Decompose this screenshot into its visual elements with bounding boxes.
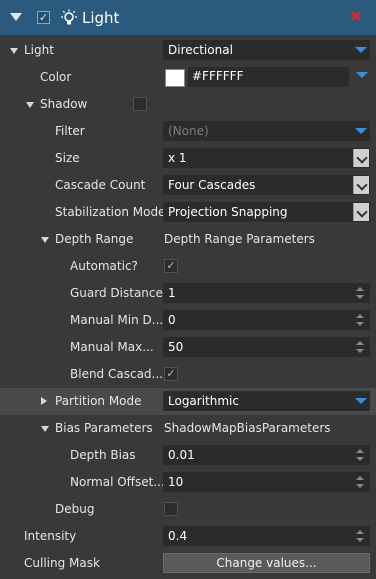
shadow-row: Shadow xyxy=(0,91,376,118)
manual-min-input[interactable]: 0 xyxy=(163,310,370,330)
cascade-count-label: Cascade Count xyxy=(55,178,146,192)
color-row: Color #FFFFFF xyxy=(0,64,376,91)
normal-offset-input[interactable]: 10 xyxy=(163,472,370,492)
depth-bias-input[interactable]: 0.01 xyxy=(163,445,370,465)
guard-distance-row: Guard Distance 1 xyxy=(0,280,376,307)
culling-mask-row: Culling Mask Change values... xyxy=(0,550,376,577)
guard-distance-label: Guard Distance xyxy=(70,286,163,300)
manual-max-label: Manual Max... xyxy=(70,340,154,354)
partition-mode-row[interactable]: Partition Mode Logarithmic xyxy=(0,388,376,415)
chevron-down-icon[interactable] xyxy=(353,149,369,167)
bias-parameters-row: Bias Parameters ShadowMapBiasParameters xyxy=(0,415,376,442)
spinner-arrows-icon[interactable] xyxy=(355,313,365,327)
color-swatch[interactable] xyxy=(165,69,185,87)
collapsed-triangle-icon[interactable] xyxy=(41,397,47,405)
debug-checkbox[interactable] xyxy=(164,502,178,516)
shadow-enabled-checkbox[interactable] xyxy=(133,97,147,111)
size-combobox[interactable]: x 1 xyxy=(163,148,370,168)
intensity-row: Intensity 0.4 xyxy=(0,523,376,550)
dropdown-arrow-icon[interactable] xyxy=(355,128,367,134)
expand-triangle-icon[interactable] xyxy=(26,102,34,108)
depth-bias-row: Depth Bias 0.01 xyxy=(0,442,376,469)
stabilization-mode-label: Stabilization Mode xyxy=(55,205,166,219)
spinner-arrows-icon[interactable] xyxy=(355,475,365,489)
blend-cascades-label: Blend Cascad... xyxy=(70,367,163,381)
intensity-input[interactable]: 0.4 xyxy=(163,526,370,546)
manual-min-row: Manual Min D... 0 xyxy=(0,307,376,334)
light-type-label: Light xyxy=(24,43,54,57)
component-title: Light xyxy=(82,9,120,27)
color-dropdown-arrow-icon[interactable] xyxy=(356,72,368,78)
depth-bias-value: 0.01 xyxy=(168,448,195,462)
component-enabled-checkbox[interactable]: ✓ xyxy=(37,11,50,24)
spinner-arrows-icon[interactable] xyxy=(355,340,365,354)
manual-min-value: 0 xyxy=(168,313,176,327)
blend-cascades-checkbox[interactable]: ✓ xyxy=(164,367,178,381)
spinner-arrows-icon[interactable] xyxy=(355,286,365,300)
size-row: Size x 1 xyxy=(0,145,376,172)
stabilization-mode-row: Stabilization Mode Projection Snapping xyxy=(0,199,376,226)
component-header: ✓ Light ✖ xyxy=(0,0,376,36)
guard-distance-input[interactable]: 1 xyxy=(163,283,370,303)
debug-label: Debug xyxy=(55,502,95,516)
light-type-row: Light Directional xyxy=(0,37,376,64)
manual-min-label: Manual Min D... xyxy=(70,313,164,327)
spinner-arrows-icon[interactable] xyxy=(355,529,365,543)
automatic-row: Automatic? ✓ xyxy=(0,253,376,280)
intensity-value: 0.4 xyxy=(168,529,188,543)
dropdown-arrow-icon[interactable] xyxy=(355,398,367,404)
normal-offset-label: Normal Offset... xyxy=(70,475,165,489)
size-label: Size xyxy=(55,151,80,165)
shadow-label: Shadow xyxy=(40,97,88,111)
stabilization-mode-combobox[interactable]: Projection Snapping xyxy=(163,202,370,222)
blend-cascades-row: Blend Cascad... ✓ xyxy=(0,361,376,388)
color-hex-field[interactable]: #FFFFFF xyxy=(188,67,349,87)
automatic-label: Automatic? xyxy=(70,259,138,273)
depth-range-row: Depth Range Depth Range Parameters xyxy=(0,226,376,253)
depth-range-type: Depth Range Parameters xyxy=(164,232,315,246)
size-value: x 1 xyxy=(168,151,187,165)
expand-triangle-icon[interactable] xyxy=(10,48,18,54)
intensity-label: Intensity xyxy=(24,529,77,543)
manual-max-value: 50 xyxy=(168,340,184,354)
light-type-dropdown[interactable]: Directional xyxy=(163,40,370,60)
cascade-count-combobox[interactable]: Four Cascades xyxy=(163,175,370,195)
filter-value: (None) xyxy=(168,124,209,138)
bias-parameters-label: Bias Parameters xyxy=(55,421,153,435)
partition-mode-value: Logarithmic xyxy=(168,394,239,408)
culling-mask-label: Culling Mask xyxy=(24,556,100,570)
normal-offset-value: 10 xyxy=(168,475,184,489)
normal-offset-row: Normal Offset... 10 xyxy=(0,469,376,496)
guard-distance-value: 1 xyxy=(168,286,176,300)
manual-max-input[interactable]: 50 xyxy=(163,337,370,357)
collapse-triangle-icon[interactable] xyxy=(10,13,22,21)
expand-triangle-icon[interactable] xyxy=(41,237,49,243)
color-hex-value: #FFFFFF xyxy=(192,69,244,83)
cascade-count-value: Four Cascades xyxy=(168,178,256,192)
spinner-arrows-icon[interactable] xyxy=(355,448,365,462)
change-values-button[interactable]: Change values... xyxy=(163,553,370,573)
light-bulb-icon xyxy=(61,9,77,25)
chevron-down-icon[interactable] xyxy=(353,176,369,194)
bias-parameters-type: ShadowMapBiasParameters xyxy=(164,421,331,435)
filter-dropdown[interactable]: (None) xyxy=(163,121,370,141)
debug-row: Debug xyxy=(0,496,376,523)
color-label: Color xyxy=(40,70,72,84)
stabilization-mode-value: Projection Snapping xyxy=(168,205,288,219)
light-type-value: Directional xyxy=(168,43,233,57)
expand-triangle-icon[interactable] xyxy=(41,426,49,432)
depth-range-label: Depth Range xyxy=(55,232,134,246)
partition-mode-label: Partition Mode xyxy=(55,394,142,408)
chevron-down-icon[interactable] xyxy=(353,203,369,221)
dropdown-arrow-icon[interactable] xyxy=(355,47,367,53)
cascade-count-row: Cascade Count Four Cascades xyxy=(0,172,376,199)
remove-component-close-icon[interactable]: ✖ xyxy=(349,9,363,25)
depth-bias-label: Depth Bias xyxy=(70,448,136,462)
partition-mode-dropdown[interactable]: Logarithmic xyxy=(163,391,370,411)
manual-max-row: Manual Max... 50 xyxy=(0,334,376,361)
filter-row: Filter (None) xyxy=(0,118,376,145)
automatic-checkbox[interactable]: ✓ xyxy=(164,259,178,273)
filter-label: Filter xyxy=(55,124,85,138)
